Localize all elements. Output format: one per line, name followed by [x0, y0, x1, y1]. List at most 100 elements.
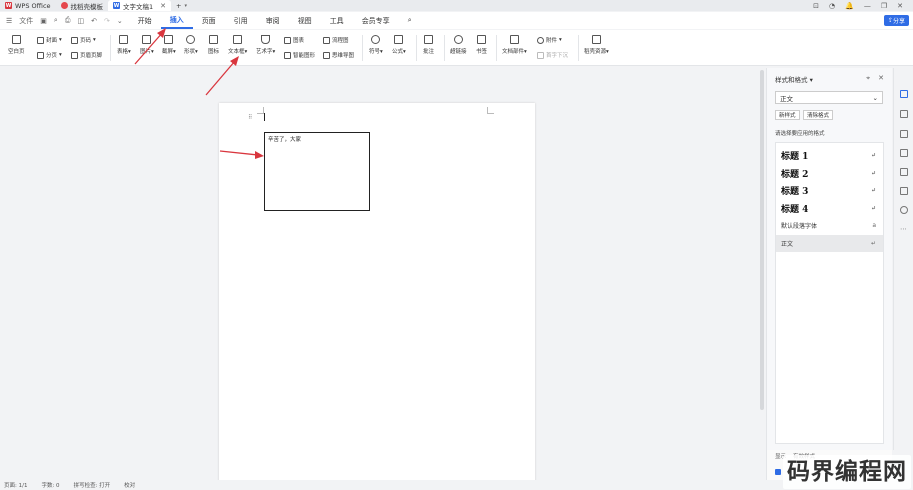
vertical-scrollbar[interactable]: [760, 70, 764, 410]
watermark: 码界编程网: [783, 455, 911, 489]
bell-icon[interactable]: 🔔: [845, 2, 854, 10]
panel-title[interactable]: 样式和格式 ▾: [775, 74, 813, 84]
preview-icon[interactable]: ◫: [77, 17, 84, 25]
close-tab-icon[interactable]: ✕: [160, 2, 166, 10]
style-default-font[interactable]: 默认段落字体 a: [776, 217, 883, 235]
menu-review[interactable]: 审阅: [257, 12, 289, 29]
spell-check-status[interactable]: 拼写检查: 打开: [74, 481, 111, 489]
menu-page[interactable]: 页面: [193, 12, 225, 29]
ribbon-separator: [496, 35, 497, 61]
minimize-icon[interactable]: —: [864, 2, 871, 10]
drop-cap-icon: [537, 51, 544, 59]
style-heading-3[interactable]: 标题 3 ↵: [776, 182, 883, 200]
chevron-down-icon: ▾: [184, 2, 187, 9]
cover-button[interactable]: 封面 ▾: [37, 36, 62, 44]
style-body-text[interactable]: 正文 ↵: [776, 234, 883, 252]
search-icon[interactable]: ⌕: [399, 12, 421, 29]
hyperlink-button[interactable]: 超链接: [450, 35, 467, 55]
tab-document[interactable]: W 文字文稿1 ✕: [108, 0, 172, 11]
crop-mark: [257, 107, 264, 114]
mindmap-button[interactable]: 思维导图: [323, 51, 354, 59]
shape-button[interactable]: 形状▾: [184, 35, 198, 55]
hamburger-icon[interactable]: ☰: [6, 17, 12, 25]
clear-format-button[interactable]: 清除格式: [803, 110, 834, 120]
bookmark-icon: [477, 35, 486, 44]
menu-member[interactable]: 会员专享: [353, 12, 399, 29]
formula-icon: [394, 35, 404, 44]
search-doc-icon[interactable]: ⌕: [54, 16, 58, 25]
style-heading-1[interactable]: 标题 1 ↵: [776, 147, 883, 165]
restore-icon[interactable]: ❐: [881, 2, 887, 10]
header-footer-icon: [71, 51, 78, 59]
blank-page-button[interactable]: 空白页: [8, 35, 25, 55]
page-count[interactable]: 页面: 1/1: [4, 481, 27, 489]
styles-pen-icon[interactable]: [900, 90, 908, 98]
menu-view[interactable]: 视图: [289, 12, 321, 29]
help-icon[interactable]: [900, 206, 908, 214]
ribbon-separator: [362, 35, 363, 61]
tab-label: 文字文稿1: [123, 2, 154, 11]
formula-button[interactable]: 公式▾: [392, 35, 406, 55]
bookmark-button[interactable]: 书签: [476, 35, 487, 55]
symbol-button[interactable]: 符号▾: [369, 35, 383, 55]
paragraph-mark-icon: ↵: [870, 152, 876, 160]
more-chevron-icon[interactable]: ⌄: [117, 17, 123, 25]
shape-tool-icon[interactable]: [900, 130, 908, 138]
share-button[interactable]: ⇪ 分享: [883, 15, 909, 26]
print-icon[interactable]: ⎙: [65, 16, 71, 25]
ribbon-separator: [416, 35, 417, 61]
page-break-button[interactable]: 分页 ▾: [37, 51, 62, 59]
chart-button[interactable]: 图表: [284, 36, 304, 44]
table-icon: [119, 35, 129, 44]
document-page[interactable]: ⠿ 辛苦了，大家: [219, 103, 535, 490]
smart-art-icon: [284, 51, 291, 59]
format-icon[interactable]: [900, 149, 908, 157]
word-count[interactable]: 字数: 0: [41, 481, 59, 489]
paragraph-mark-icon: ↵: [870, 169, 876, 177]
skin-icon[interactable]: ◔: [829, 2, 835, 10]
layout-icon[interactable]: ⊡: [813, 2, 819, 10]
text-box[interactable]: 辛苦了，大家: [264, 132, 370, 211]
save-icon[interactable]: ▣: [40, 17, 47, 25]
tab-docer[interactable]: 找稻壳模板: [56, 0, 109, 11]
close-panel-icon[interactable]: ✕: [878, 74, 884, 83]
drop-cap-button[interactable]: 首字下沉: [537, 51, 568, 59]
current-style-select[interactable]: 正文 ⌄: [775, 91, 883, 104]
tab-wps-office[interactable]: W WPS Office: [0, 0, 56, 11]
wordart-button[interactable]: 艺术字▾: [256, 35, 275, 55]
file-menu[interactable]: 文件: [19, 16, 33, 26]
redo-icon[interactable]: ↷: [104, 17, 110, 25]
more-dots-icon[interactable]: ⋯: [900, 225, 908, 233]
page-number-button[interactable]: 页码 ▾: [71, 36, 96, 44]
pin-icon[interactable]: ⌖: [866, 74, 870, 83]
docer-resources-button[interactable]: 稻壳资源▾: [584, 35, 609, 55]
close-window-icon[interactable]: ✕: [897, 2, 903, 10]
page-break-icon: [37, 51, 44, 59]
text-box-content[interactable]: 辛苦了，大家: [268, 137, 301, 143]
text-cursor: [264, 113, 265, 121]
window-controls: ⊡ ◔ 🔔 — ❐ ✕: [813, 0, 913, 11]
arrow-to-text-box: [219, 150, 264, 159]
select-cursor-icon[interactable]: [900, 110, 908, 118]
new-tab-button[interactable]: + ▾: [171, 0, 192, 11]
new-style-button[interactable]: 新样式: [775, 110, 800, 120]
flowchart-button[interactable]: 流程图: [323, 36, 349, 44]
undo-icon[interactable]: ↶: [91, 17, 97, 25]
arrow-to-insert-tab: [134, 28, 166, 65]
menu-references[interactable]: 引用: [225, 12, 257, 29]
comment-button[interactable]: 批注: [423, 35, 434, 55]
header-footer-button[interactable]: 页眉页脚: [71, 51, 102, 59]
ribbon-separator: [444, 35, 445, 61]
doc-parts-button[interactable]: 文档部件▾: [502, 35, 527, 55]
style-heading-4[interactable]: 标题 4 ↵: [776, 200, 883, 218]
settings-icon[interactable]: [900, 168, 908, 176]
style-heading-2[interactable]: 标题 2 ↵: [776, 165, 883, 183]
smart-art-button[interactable]: 智能图形: [284, 51, 315, 59]
menu-tools[interactable]: 工具: [321, 12, 353, 29]
preview-checkbox[interactable]: [775, 469, 781, 475]
table-button[interactable]: 表格▾: [117, 35, 131, 55]
attachment-button[interactable]: 附件 ▾: [537, 36, 562, 44]
share-panel-icon[interactable]: [900, 187, 908, 195]
proofread-button[interactable]: 校对: [124, 481, 135, 489]
drag-handle-icon[interactable]: ⠿: [248, 114, 252, 121]
